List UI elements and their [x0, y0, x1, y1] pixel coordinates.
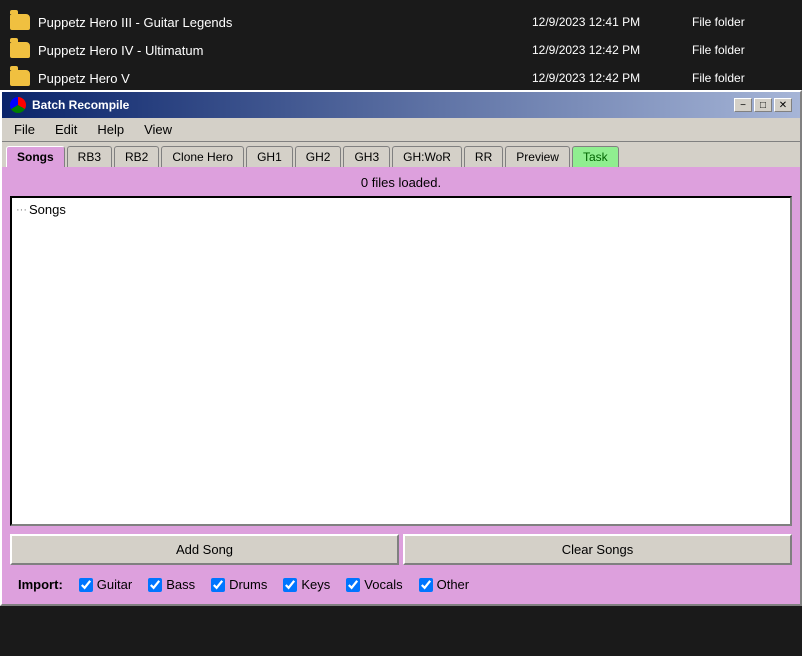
app-window: Batch Recompile − □ ✕ File Edit Help Vie…: [0, 90, 802, 606]
guitar-label: Guitar: [97, 577, 132, 592]
close-button[interactable]: ✕: [774, 98, 792, 112]
vocals-label: Vocals: [364, 577, 402, 592]
other-checkbox[interactable]: [419, 578, 433, 592]
other-label: Other: [437, 577, 470, 592]
file-name: Puppetz Hero IV - Ultimatum: [38, 43, 532, 58]
title-bar: Batch Recompile − □ ✕: [2, 92, 800, 118]
app-icon: [10, 97, 26, 113]
drums-label: Drums: [229, 577, 267, 592]
tab-gh1[interactable]: GH1: [246, 146, 293, 167]
title-bar-left: Batch Recompile: [10, 97, 129, 113]
file-name: Puppetz Hero V: [38, 71, 532, 86]
button-row: Add Song Clear Songs: [10, 534, 792, 565]
add-song-button[interactable]: Add Song: [10, 534, 399, 565]
clear-songs-button[interactable]: Clear Songs: [403, 534, 792, 565]
import-guitar[interactable]: Guitar: [79, 577, 132, 592]
bass-label: Bass: [166, 577, 195, 592]
tree-root-item: ··· Songs: [16, 202, 786, 217]
folder-icon: [10, 14, 30, 30]
songs-tree[interactable]: ··· Songs: [10, 196, 792, 526]
tree-root-label: Songs: [29, 202, 66, 217]
file-date: 12/9/2023 12:42 PM: [532, 43, 692, 57]
keys-checkbox[interactable]: [283, 578, 297, 592]
menu-file[interactable]: File: [6, 120, 43, 139]
file-date: 12/9/2023 12:41 PM: [532, 15, 692, 29]
menu-edit[interactable]: Edit: [47, 120, 85, 139]
drums-checkbox[interactable]: [211, 578, 225, 592]
file-name: Puppetz Hero III - Guitar Legends: [38, 15, 532, 30]
minimize-button[interactable]: −: [734, 98, 752, 112]
tab-songs[interactable]: Songs: [6, 146, 65, 167]
bass-checkbox[interactable]: [148, 578, 162, 592]
file-type: File folder: [692, 43, 792, 57]
tab-rb3[interactable]: RB3: [67, 146, 112, 167]
import-label: Import:: [18, 577, 63, 592]
file-type: File folder: [692, 71, 792, 85]
tab-rb2[interactable]: RB2: [114, 146, 159, 167]
menu-view[interactable]: View: [136, 120, 180, 139]
file-date: 12/9/2023 12:42 PM: [532, 71, 692, 85]
tab-clone-hero[interactable]: Clone Hero: [161, 146, 244, 167]
import-drums[interactable]: Drums: [211, 577, 267, 592]
file-type: File folder: [692, 15, 792, 29]
menu-help[interactable]: Help: [89, 120, 132, 139]
main-content: 0 files loaded. ··· Songs Add Song Clear…: [2, 167, 800, 604]
menu-bar: File Edit Help View: [2, 118, 800, 142]
tab-task[interactable]: Task: [572, 146, 619, 167]
tree-dots: ···: [16, 204, 27, 216]
status-text: 0 files loaded.: [10, 175, 792, 190]
folder-icon: [10, 70, 30, 86]
file-row[interactable]: Puppetz Hero V 12/9/2023 12:42 PM File f…: [0, 64, 802, 92]
title-buttons: − □ ✕: [734, 98, 792, 112]
tab-preview[interactable]: Preview: [505, 146, 570, 167]
file-row[interactable]: Puppetz Hero III - Guitar Legends 12/9/2…: [0, 8, 802, 36]
file-explorer: Puppetz Hero III - Guitar Legends 12/9/2…: [0, 0, 802, 90]
import-keys[interactable]: Keys: [283, 577, 330, 592]
guitar-checkbox[interactable]: [79, 578, 93, 592]
tab-gh3[interactable]: GH3: [343, 146, 390, 167]
import-row: Import: Guitar Bass Drums Keys Vocals: [10, 573, 792, 596]
import-other[interactable]: Other: [419, 577, 470, 592]
file-row[interactable]: Puppetz Hero IV - Ultimatum 12/9/2023 12…: [0, 36, 802, 64]
maximize-button[interactable]: □: [754, 98, 772, 112]
vocals-checkbox[interactable]: [346, 578, 360, 592]
import-bass[interactable]: Bass: [148, 577, 195, 592]
window-title: Batch Recompile: [32, 98, 129, 112]
keys-label: Keys: [301, 577, 330, 592]
tab-gh2[interactable]: GH2: [295, 146, 342, 167]
import-vocals[interactable]: Vocals: [346, 577, 402, 592]
tab-ghwor[interactable]: GH:WoR: [392, 146, 462, 167]
tab-rr[interactable]: RR: [464, 146, 503, 167]
tabs-bar: Songs RB3 RB2 Clone Hero GH1 GH2 GH3 GH:…: [2, 142, 800, 167]
folder-icon: [10, 42, 30, 58]
